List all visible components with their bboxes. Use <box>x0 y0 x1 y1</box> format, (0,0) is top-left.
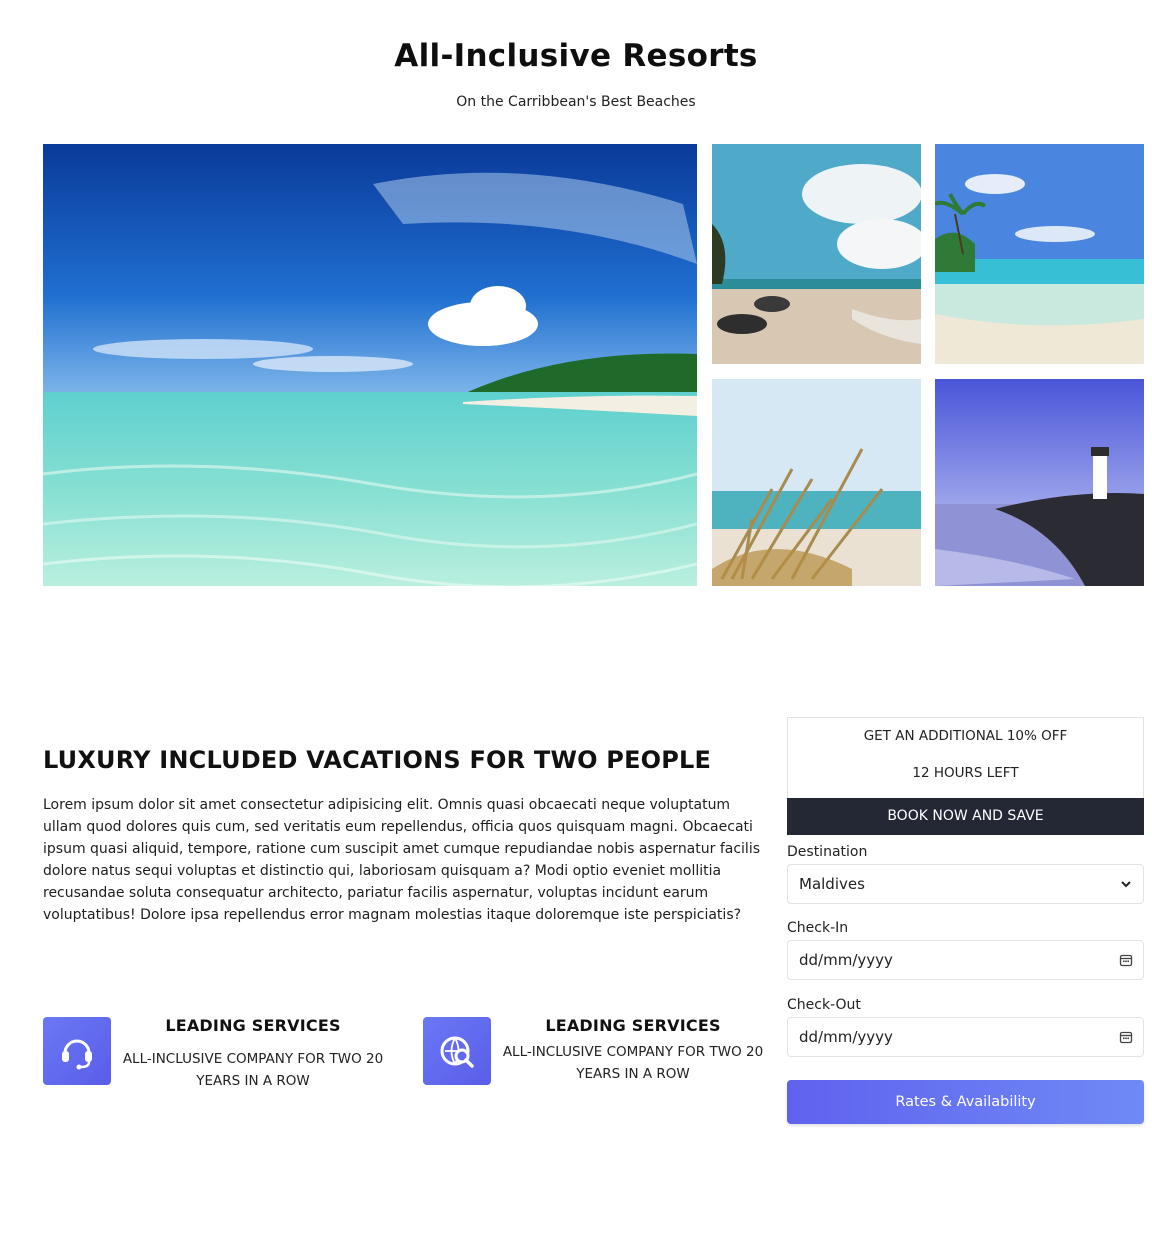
feature-card: LEADING SERVICES ALL-INCLUSIVE COMPANY F… <box>423 1015 773 1095</box>
destination-value: Maldives <box>799 875 865 893</box>
rates-availability-button[interactable]: Rates & Availability <box>787 1080 1144 1124</box>
checkout-date-input[interactable]: dd/mm/yyyy <box>787 1017 1144 1057</box>
destination-label: Destination <box>787 844 868 860</box>
headset-icon <box>43 1017 111 1085</box>
destination-select[interactable]: Maldives <box>787 864 1144 904</box>
section-heading: LUXURY INCLUDED VACATIONS FOR TWO PEOPLE <box>43 746 712 774</box>
checkin-placeholder: dd/mm/yyyy <box>799 951 893 969</box>
promo-countdown: 12 HOURS LEFT <box>912 765 1019 781</box>
page-subtitle: On the Carribbean's Best Beaches <box>456 94 696 110</box>
palm-beach-photo <box>935 144 1144 364</box>
calendar-icon[interactable] <box>1119 953 1133 967</box>
checkout-label: Check-Out <box>787 997 861 1013</box>
promo-discount: GET AN ADDITIONAL 10% OFF <box>863 728 1068 744</box>
main-beach-photo <box>43 144 697 586</box>
feature-card: LEADING SERVICES ALL-INCLUSIVE COMPANY F… <box>43 1015 393 1095</box>
checkin-label: Check-In <box>787 920 849 936</box>
dune-grass-photo <box>712 379 921 586</box>
feature-text: LEADING SERVICES ALL-INCLUSIVE COMPANY F… <box>118 1015 388 1092</box>
rocky-beach-photo <box>712 144 921 364</box>
feature-heading: LEADING SERVICES <box>165 1016 341 1035</box>
feature-text: LEADING SERVICES ALL-INCLUSIVE COMPANY F… <box>498 1015 768 1085</box>
calendar-icon[interactable] <box>1119 1030 1133 1044</box>
chevron-down-icon <box>1121 881 1131 888</box>
checkin-date-input[interactable]: dd/mm/yyyy <box>787 940 1144 980</box>
book-now-button[interactable]: BOOK NOW AND SAVE <box>787 798 1144 835</box>
search-location-icon <box>423 1017 491 1085</box>
feature-description: ALL-INCLUSIVE COMPANY FOR TWO 20 YEARS I… <box>502 1044 764 1082</box>
feature-description: ALL-INCLUSIVE COMPANY FOR TWO 20 YEARS I… <box>122 1051 384 1089</box>
description-paragraph: Lorem ipsum dolor sit amet consectetur a… <box>43 797 761 923</box>
feature-heading: LEADING SERVICES <box>545 1016 721 1035</box>
lighthouse-photo <box>935 379 1144 586</box>
page-title: All-Inclusive Resorts <box>394 38 758 74</box>
checkout-placeholder: dd/mm/yyyy <box>799 1028 893 1046</box>
